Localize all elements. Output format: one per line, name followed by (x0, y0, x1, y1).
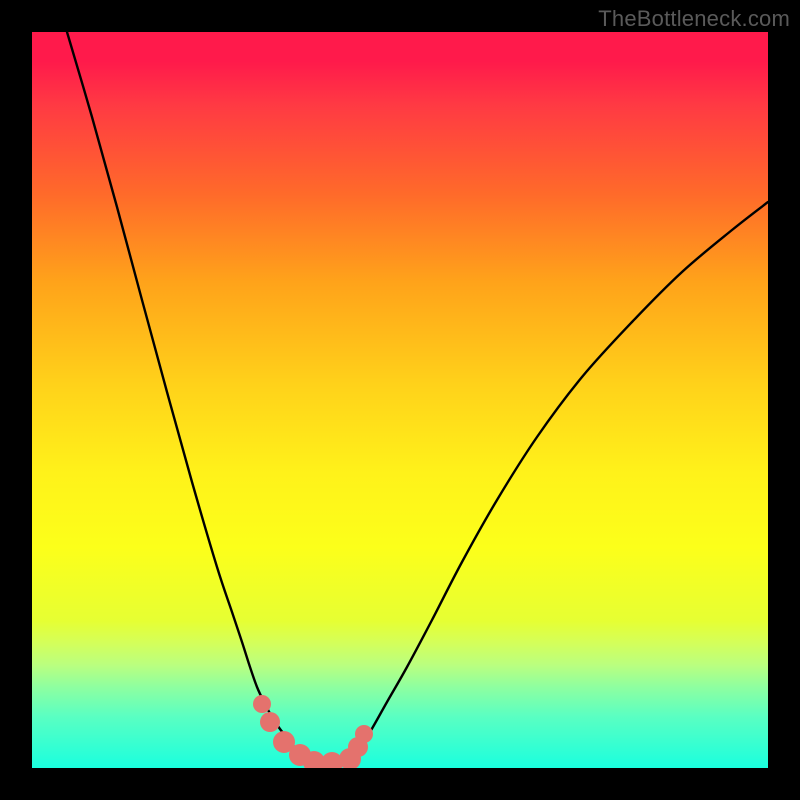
marker-point (260, 712, 280, 732)
watermark-text: TheBottleneck.com (598, 6, 790, 32)
outer-frame: TheBottleneck.com (0, 0, 800, 800)
marker-point (253, 695, 271, 713)
marker-point (355, 725, 373, 743)
bottleneck-curve (67, 32, 768, 767)
chart-plot-area (32, 32, 768, 768)
chart-svg (32, 32, 768, 768)
marker-group (253, 695, 373, 768)
